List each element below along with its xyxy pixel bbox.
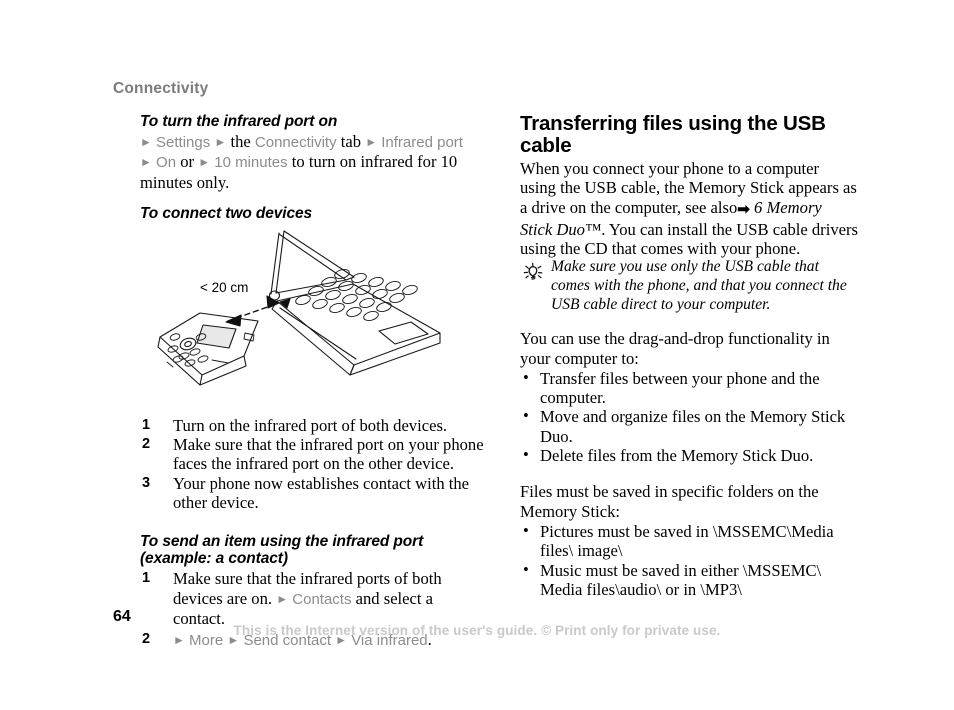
drag-drop-list: • Transfer files between your phone and … <box>520 367 858 466</box>
folders-list: • Pictures must be saved in \MSSEMC\Medi… <box>520 520 858 600</box>
list-item-text: Music must be saved in either \MSSEMC\ M… <box>540 560 822 599</box>
menu-item-label: Settings <box>156 134 211 151</box>
menu-arrow-icon: ► <box>140 155 152 170</box>
infrared-distance-illustration: < 20 cm <box>140 225 460 390</box>
list-item-text: Pictures must be saved in \MSSEMC\Media … <box>540 521 834 561</box>
right-column: Transferring files using the USB cable W… <box>520 113 858 599</box>
send-item-steps-list: 1 Make sure that the infrared ports of b… <box>140 569 485 650</box>
menu-item-label: Contacts <box>292 590 352 608</box>
folders-intro: Files must be saved in specific folders … <box>520 482 819 521</box>
menu-arrow-icon: ► <box>198 155 211 170</box>
step-text: Your phone now establishes contact with … <box>173 473 470 513</box>
list-item: • Move and organize files on the Memory … <box>520 406 858 446</box>
list-item: 3 Your phone now establishes contact wit… <box>140 474 485 513</box>
procedure-heading: To connect two devices <box>140 204 313 222</box>
distance-label: < 20 cm <box>200 280 248 295</box>
lightbulb-icon <box>520 260 546 286</box>
procedure-heading: To send an item using the infrared port … <box>140 533 424 568</box>
menu-path-line-1: ► Settings ► the Connectivity tab ► Infr… <box>140 132 485 152</box>
phone-drawing <box>157 312 259 386</box>
menu-item-label: Infrared port <box>381 134 463 151</box>
intro-paragraph: When you connect your phone to a compute… <box>520 159 858 258</box>
chapter-header: Connectivity <box>113 80 209 97</box>
manual-page: Connectivity To turn the infrared port o… <box>0 0 954 710</box>
step-number: 2 <box>142 436 151 453</box>
procedure-heading: To turn the infrared port on <box>140 113 338 130</box>
list-item: 2 Make sure that the infrared port on yo… <box>140 435 485 474</box>
step-number: 1 <box>142 416 151 433</box>
bullet-icon: • <box>523 406 529 426</box>
list-item-text: Transfer files between your phone and th… <box>540 368 820 408</box>
step-number: 1 <box>142 570 151 587</box>
procedure-turn-infrared-on: To turn the infrared port on ► Settings … <box>140 113 485 192</box>
bullet-icon: • <box>523 367 529 387</box>
connector-text: the <box>230 132 251 151</box>
tip-note: Make sure you use only the USB cable tha… <box>520 258 858 314</box>
laptop-drawing <box>268 230 441 376</box>
list-item: 1 Turn on the infrared port of both devi… <box>140 416 485 435</box>
list-item-text: Delete files from the Memory Stick Duo. <box>540 446 814 466</box>
bullet-icon: • <box>523 520 529 540</box>
footer-note: This is the Internet version of the user… <box>233 623 721 638</box>
bullet-icon: • <box>523 559 529 579</box>
menu-arrow-icon: ► <box>276 591 289 606</box>
menu-path-line-2: ► On or ► 10 minutes to turn on infrared… <box>140 152 485 192</box>
list-item: 1 Make sure that the infrared ports of b… <box>140 569 485 628</box>
menu-item-label: On <box>156 154 177 172</box>
drag-drop-intro: You can use the drag-and-drop functional… <box>520 329 830 368</box>
list-item: • Music must be saved in either \MSSEMC\… <box>520 559 858 600</box>
step-text: Turn on the infrared port of both device… <box>173 415 448 435</box>
menu-arrow-icon: ► <box>214 135 227 149</box>
tip-text: Make sure you use only the USB cable tha… <box>551 258 847 313</box>
list-item: • Pictures must be saved in \MSSEMC\Medi… <box>520 520 858 561</box>
list-item-text: Move and organize files on the Memory St… <box>540 407 846 446</box>
connector-text: or <box>180 152 195 172</box>
bullet-icon: • <box>523 445 529 465</box>
section-heading: Transferring files using the USB cable <box>520 112 826 157</box>
illustration-svg: < 20 cm <box>157 230 441 386</box>
cross-reference-arrow-icon: ➡ <box>737 201 750 218</box>
list-item: • Transfer files between your phone and … <box>520 367 858 408</box>
list-item: • Delete files from the Memory Stick Duo… <box>520 445 858 466</box>
connect-steps-list: 1 Turn on the infrared port of both devi… <box>140 416 485 512</box>
step-number: 3 <box>142 474 151 491</box>
menu-item-label: Connectivity <box>254 134 337 151</box>
step-text: Make sure that the infrared ports of bot… <box>173 569 442 628</box>
menu-item-label: 10 minutes <box>214 154 288 172</box>
menu-arrow-icon: ► <box>365 135 378 149</box>
distance-arrow <box>225 295 280 327</box>
menu-arrow-icon: ► <box>140 135 152 149</box>
procedure-connect-two-devices: To connect two devices <box>140 205 485 222</box>
connector-text: tab <box>340 132 362 151</box>
step-text: Make sure that the infrared port on your… <box>173 435 484 474</box>
